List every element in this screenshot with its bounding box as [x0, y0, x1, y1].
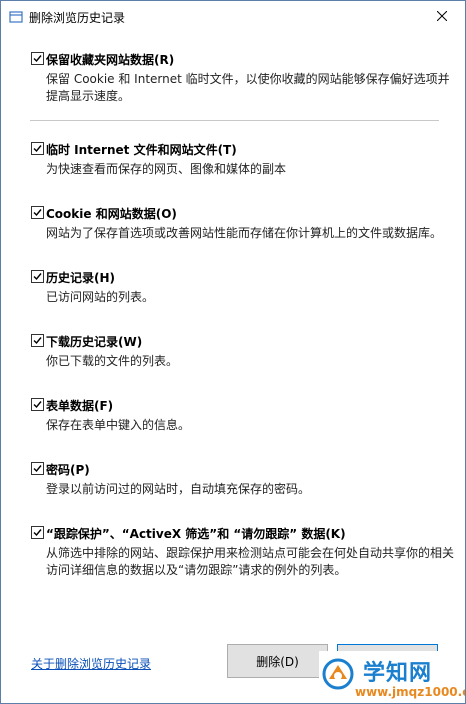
checkbox-preserve-favorites[interactable]: [31, 52, 44, 65]
option-description: 从筛选中排除的网站、跟踪保护用来检测站点可能会在何处自动共享你的相关访问详细信息…: [46, 546, 455, 577]
checkbox-temp-internet-files[interactable]: [31, 142, 44, 155]
checkbox-download-history[interactable]: [31, 334, 44, 347]
dialog-title: 删除浏览历史记录: [29, 11, 126, 25]
option-title[interactable]: 临时 Internet 文件和网站文件(T): [46, 141, 237, 158]
watermark-url: www.jmqz1000.com: [355, 685, 465, 699]
title-bar: 删除浏览历史记录: [1, 1, 465, 31]
site-watermark: 学知网 www.jmqz1000.com: [319, 651, 465, 703]
checkbox-cookies[interactable]: [31, 206, 44, 219]
delete-button[interactable]: 删除(D): [227, 644, 328, 678]
option-title[interactable]: 保留收藏夹网站数据(R): [46, 51, 174, 68]
divider: [30, 120, 439, 121]
close-icon: [437, 11, 447, 21]
checkbox-passwords[interactable]: [31, 462, 44, 475]
option-description: 已访问网站的列表。: [46, 290, 155, 304]
option-title[interactable]: 表单数据(F): [46, 397, 113, 414]
option-description: 登录以前访问过的网站时，自动填充保存的密码。: [46, 482, 311, 496]
checkbox-tracking-protection[interactable]: [31, 526, 44, 539]
option-description: 保存在表单中键入的信息。: [46, 418, 191, 432]
option-description: 你已下载的文件的列表。: [46, 354, 179, 368]
option-description: 为快速查看而保存的网页、图像和媒体的副本: [46, 162, 287, 176]
delete-browsing-history-dialog: 删除浏览历史记录 保留收藏夹网站数据(R) 保留 Cookie 和 Intern…: [0, 0, 466, 704]
option-title[interactable]: Cookie 和网站数据(O): [46, 205, 177, 222]
option-title[interactable]: 下载历史记录(W): [46, 333, 142, 350]
option-title[interactable]: “跟踪保护”、“ActiveX 筛选”和 “请勿跟踪” 数据(K): [46, 525, 346, 542]
watermark-title: 学知网: [363, 661, 433, 686]
watermark-logo-icon: [322, 658, 354, 690]
option-title[interactable]: 历史记录(H): [46, 269, 115, 286]
checkbox-form-data[interactable]: [31, 398, 44, 411]
checkbox-history[interactable]: [31, 270, 44, 283]
close-button[interactable]: [419, 1, 465, 31]
option-description: 网站为了保存首选项或改善网站性能而存储在你计算机上的文件或数据库。: [46, 226, 443, 240]
about-deleting-history-link[interactable]: 关于删除浏览历史记录: [31, 655, 151, 672]
option-description: 保留 Cookie 和 Internet 临时文件，以使你收藏的网站能够保存偏好…: [46, 72, 450, 103]
option-title[interactable]: 密码(P): [46, 461, 90, 478]
ie-app-icon: [9, 9, 23, 23]
